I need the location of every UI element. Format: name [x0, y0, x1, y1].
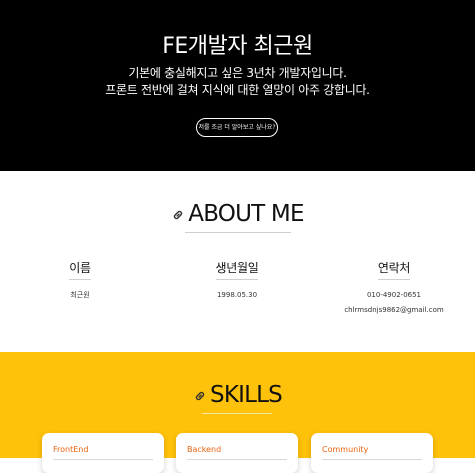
- about-me-title: ABOUT ME: [0, 201, 475, 227]
- learn-more-button[interactable]: 저를 조금 더 알아보고 싶나요?: [196, 118, 278, 137]
- info-birthdate-label: 생년월일: [215, 259, 259, 280]
- info-contact-label: 연락처: [377, 259, 410, 280]
- skill-card-community[interactable]: Community: [311, 433, 433, 473]
- skill-card-title: Community: [322, 445, 369, 454]
- about-me-divider: [185, 232, 291, 233]
- link-icon: [174, 210, 183, 220]
- skill-card-divider: [322, 459, 422, 460]
- about-me-section: ABOUT ME 이름 최근원 생년월일 1998.05.30 연락처 010-…: [0, 171, 475, 352]
- skill-card-title: FrontEnd: [53, 445, 89, 454]
- contact-phone: 010-4902-0651: [366, 291, 422, 299]
- about-me-title-text: ABOUT ME: [188, 201, 304, 227]
- hero-intro-line-1: 기본에 충실해지고 싶은 3년차 개발자입니다.: [128, 66, 347, 80]
- info-contact-value: 010-4902-0651 chlrmsdnjs9862@gmail.com: [314, 288, 474, 318]
- contact-email[interactable]: chlrmsdnjs9862@gmail.com: [314, 303, 474, 318]
- info-contact: 연락처 010-4902-0651 chlrmsdnjs9862@gmail.c…: [314, 257, 474, 318]
- skills-divider: [202, 413, 272, 414]
- hero-intro-line-2: 프론트 전반에 걸쳐 지식에 대한 열망이 아주 강합니다.: [105, 83, 370, 97]
- hero-title: FE개발자 최근원: [162, 34, 313, 59]
- hero-section: FE개발자 최근원 기본에 충실해지고 싶은 3년차 개발자입니다. 프론트 전…: [0, 0, 475, 171]
- skill-card-backend[interactable]: Backend: [176, 433, 298, 473]
- skills-title: SKILLS: [0, 382, 475, 408]
- info-name: 이름 최근원: [0, 257, 160, 303]
- skills-section: SKILLS FrontEnd Backend Community: [0, 352, 475, 473]
- skills-title-text: SKILLS: [210, 382, 283, 408]
- info-birthdate-value: 1998.05.30: [216, 291, 258, 299]
- skill-card-divider: [53, 459, 153, 460]
- info-name-value: 최근원: [70, 291, 90, 299]
- skill-card-divider: [187, 459, 287, 460]
- info-birthdate: 생년월일 1998.05.30: [157, 257, 317, 303]
- skill-card-frontend[interactable]: FrontEnd: [42, 433, 164, 473]
- link-icon: [195, 391, 205, 401]
- skill-card-title: Backend: [187, 445, 222, 454]
- info-name-label: 이름: [69, 259, 91, 280]
